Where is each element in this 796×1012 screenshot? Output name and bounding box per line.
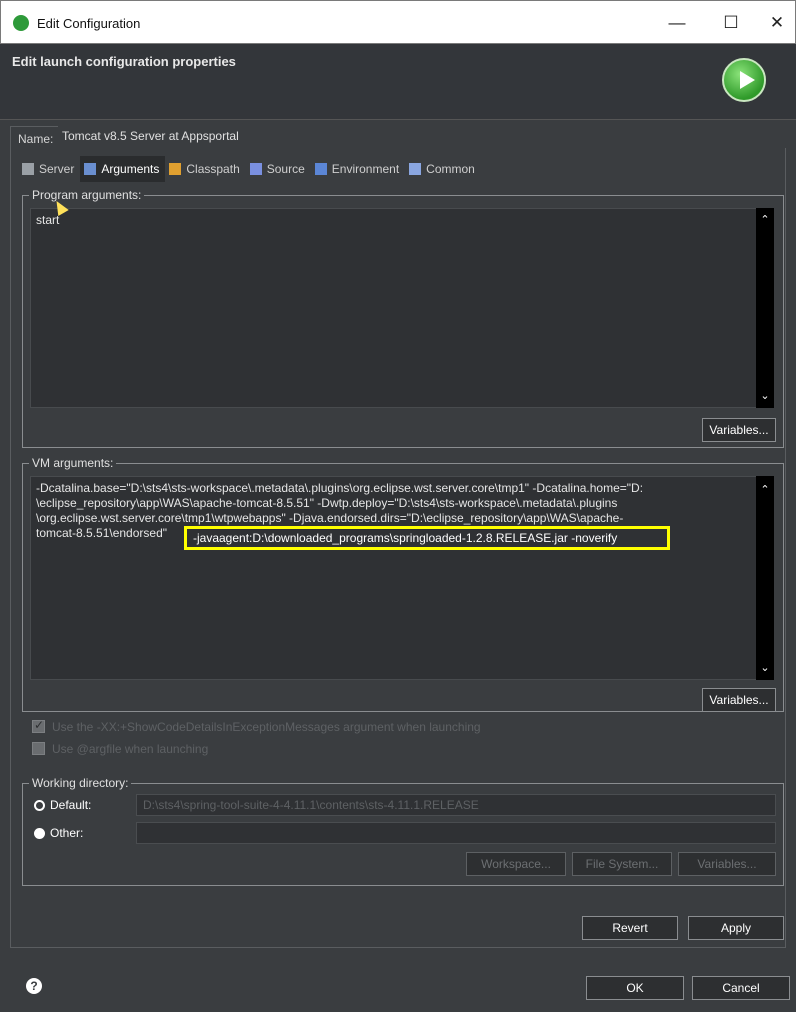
vm-variables-button[interactable]: Variables... — [702, 688, 776, 712]
tab-classpath-label: Classpath — [186, 162, 240, 176]
other-directory-field[interactable] — [136, 822, 776, 844]
eclipse-app-icon — [13, 15, 29, 31]
config-tabs: Server Arguments Classpath Source Enviro… — [18, 156, 481, 182]
server-icon — [22, 163, 34, 175]
show-code-details-checkbox[interactable] — [32, 718, 45, 733]
ok-button[interactable]: OK — [586, 976, 684, 1000]
use-argfile-label: Use @argfile when launching — [52, 742, 209, 756]
vm-arguments-scrollbar[interactable]: ⌃ ⌄ — [756, 476, 774, 680]
vm-arguments-line-1: -Dcatalina.base="D:\sts4\sts-workspace\.… — [36, 481, 644, 495]
dialog-header: Edit launch configuration properties — [0, 44, 796, 120]
dialog-header-title: Edit launch configuration properties — [12, 54, 236, 69]
common-icon — [409, 163, 422, 175]
name-field[interactable]: Tomcat v8.5 Server at Appsportal — [58, 126, 788, 148]
tab-arguments[interactable]: Arguments — [80, 156, 166, 182]
program-arguments-scrollbar[interactable]: ⌃ ⌄ — [756, 208, 774, 408]
tab-environment-label: Environment — [331, 162, 400, 176]
window-title: Edit Configuration — [37, 16, 141, 31]
program-variables-button[interactable]: Variables... — [702, 418, 776, 442]
tab-source-label: Source — [266, 162, 305, 176]
working-variables-button[interactable]: Variables... — [678, 852, 776, 876]
tab-common[interactable]: Common — [405, 156, 481, 182]
scroll-up-icon[interactable]: ⌃ — [756, 212, 774, 228]
tab-common-label: Common — [426, 162, 475, 176]
tab-classpath[interactable]: Classpath — [165, 156, 245, 182]
revert-button[interactable]: Revert — [582, 916, 678, 940]
source-icon — [249, 163, 262, 175]
scroll-up-icon[interactable]: ⌃ — [756, 482, 774, 498]
classpath-icon — [169, 163, 182, 175]
run-icon — [722, 58, 766, 102]
apply-button[interactable]: Apply — [688, 916, 784, 940]
name-label: Name: — [18, 132, 54, 146]
other-radio-label: Other: — [50, 826, 84, 840]
javaagent-text: -javaagent:D:\downloaded_programs\spring… — [193, 531, 618, 545]
help-icon[interactable]: ? — [26, 978, 42, 994]
vm-arguments-line-3: \org.eclipse.wst.server.core\tmp1\wtpweb… — [36, 511, 624, 525]
cancel-button[interactable]: Cancel — [692, 976, 790, 1000]
scroll-down-icon[interactable]: ⌄ — [756, 388, 774, 404]
default-directory-field[interactable]: D:\sts4\spring-tool-suite-4-4.11.1\conte… — [136, 794, 776, 816]
vm-arguments-textarea[interactable]: -Dcatalina.base="D:\sts4\sts-workspace\.… — [30, 476, 774, 680]
arguments-icon — [84, 163, 97, 175]
use-argfile-checkbox[interactable] — [32, 742, 45, 755]
tab-source[interactable]: Source — [246, 156, 311, 182]
workspace-button[interactable]: Workspace... — [466, 852, 566, 876]
working-directory-legend: Working directory: — [32, 776, 129, 790]
highlight-box: -javaagent:D:\downloaded_programs\spring… — [184, 526, 670, 550]
program-arguments-legend: Program arguments: — [32, 188, 142, 202]
close-button[interactable]: ✕ — [755, 9, 796, 37]
tab-server[interactable]: Server — [18, 156, 80, 182]
maximize-button[interactable]: ☐ — [709, 9, 753, 37]
vm-arguments-line-2: \eclipse_repository\app\WAS\apache-tomca… — [36, 496, 618, 510]
environment-icon — [314, 163, 327, 175]
scroll-down-icon[interactable]: ⌄ — [756, 660, 774, 676]
default-radio-label: Default: — [50, 798, 92, 812]
program-arguments-value: start — [36, 213, 60, 227]
default-radio[interactable] — [34, 800, 45, 811]
other-radio[interactable] — [34, 828, 45, 839]
file-system-button[interactable]: File System... — [572, 852, 672, 876]
window-titlebar: Edit Configuration — ☐ ✕ — [0, 0, 796, 44]
tab-server-label: Server — [39, 162, 75, 176]
program-arguments-textarea[interactable]: start — [30, 208, 774, 408]
tab-arguments-label: Arguments — [101, 162, 160, 176]
vm-arguments-legend: VM arguments: — [32, 456, 114, 470]
minimize-button[interactable]: — — [655, 9, 699, 37]
show-code-details-label: Use the -XX:+ShowCodeDetailsInExceptionM… — [52, 720, 481, 734]
tab-environment[interactable]: Environment — [311, 156, 405, 182]
